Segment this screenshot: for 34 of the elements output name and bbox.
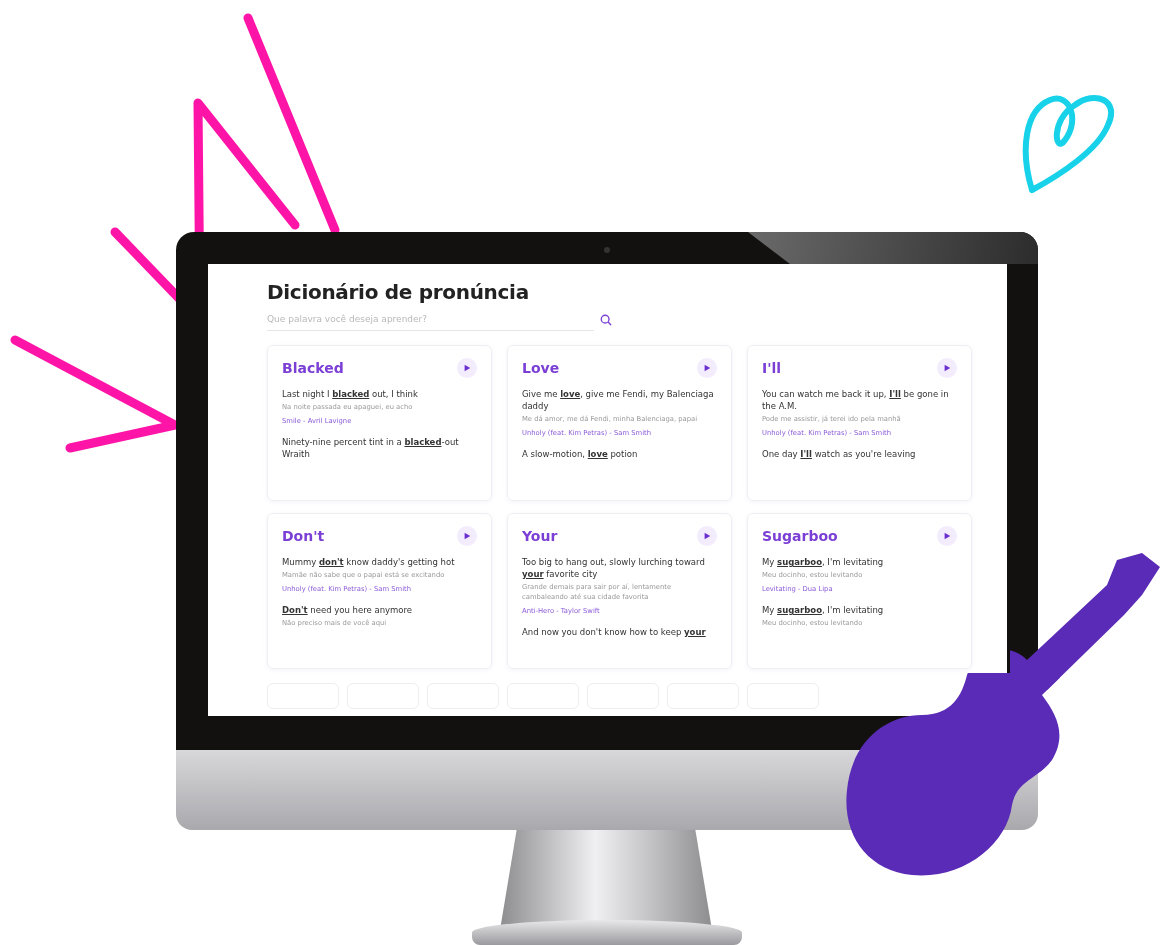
lyric-text: Don't need you here anymore [282, 604, 414, 616]
lyric-text: My sugarboo, I'm levitating [762, 604, 885, 616]
lyric-text: Last night I blacked out, I think [282, 388, 419, 400]
lyric-text: My sugarboo, I'm levitating [762, 556, 885, 568]
play-button[interactable] [457, 526, 477, 546]
lyric-text: You can watch me back it up, I'll be gone in the A.M. [762, 388, 950, 412]
play-button[interactable] [937, 526, 957, 546]
play-icon [463, 364, 471, 372]
play-button[interactable] [457, 358, 477, 378]
word-title: Your [522, 528, 558, 544]
play-icon [703, 364, 711, 372]
play-button[interactable] [697, 526, 717, 546]
word-title: Blacked [282, 360, 344, 376]
play-button[interactable] [697, 358, 717, 378]
play-icon [943, 532, 951, 540]
word-title: I'll [762, 360, 782, 376]
word-title: Don't [282, 528, 325, 544]
search-field[interactable]: Que palavra você deseja aprender? [267, 308, 594, 331]
word-title: Sugarboo [762, 528, 838, 544]
page-title: Dicionário de pronúncia [267, 280, 530, 304]
lyric-text: Ninety-nine percent tint in a blacked-out Wraith [282, 436, 460, 460]
play-icon [943, 364, 951, 372]
play-icon [703, 532, 711, 540]
lyric-text: And now you don't know how to keep your [522, 626, 707, 638]
lyric-text: Mummy don't know daddy's getting hot [282, 556, 456, 568]
word-title: Love [522, 360, 560, 376]
lyric-text: Too big to hang out, slowly lurching toward your favorite city [522, 556, 706, 580]
lyric-text: One day I'll watch as you're leaving [762, 448, 917, 460]
lyric-text: A slow-motion, love potion [522, 448, 639, 460]
search-icon[interactable] [600, 313, 612, 326]
play-icon [463, 532, 471, 540]
play-button[interactable] [937, 358, 957, 378]
lyric-text: Give me love, give me Fendi, my Balenciaga daddy [522, 388, 715, 412]
camera-dot [604, 247, 610, 253]
